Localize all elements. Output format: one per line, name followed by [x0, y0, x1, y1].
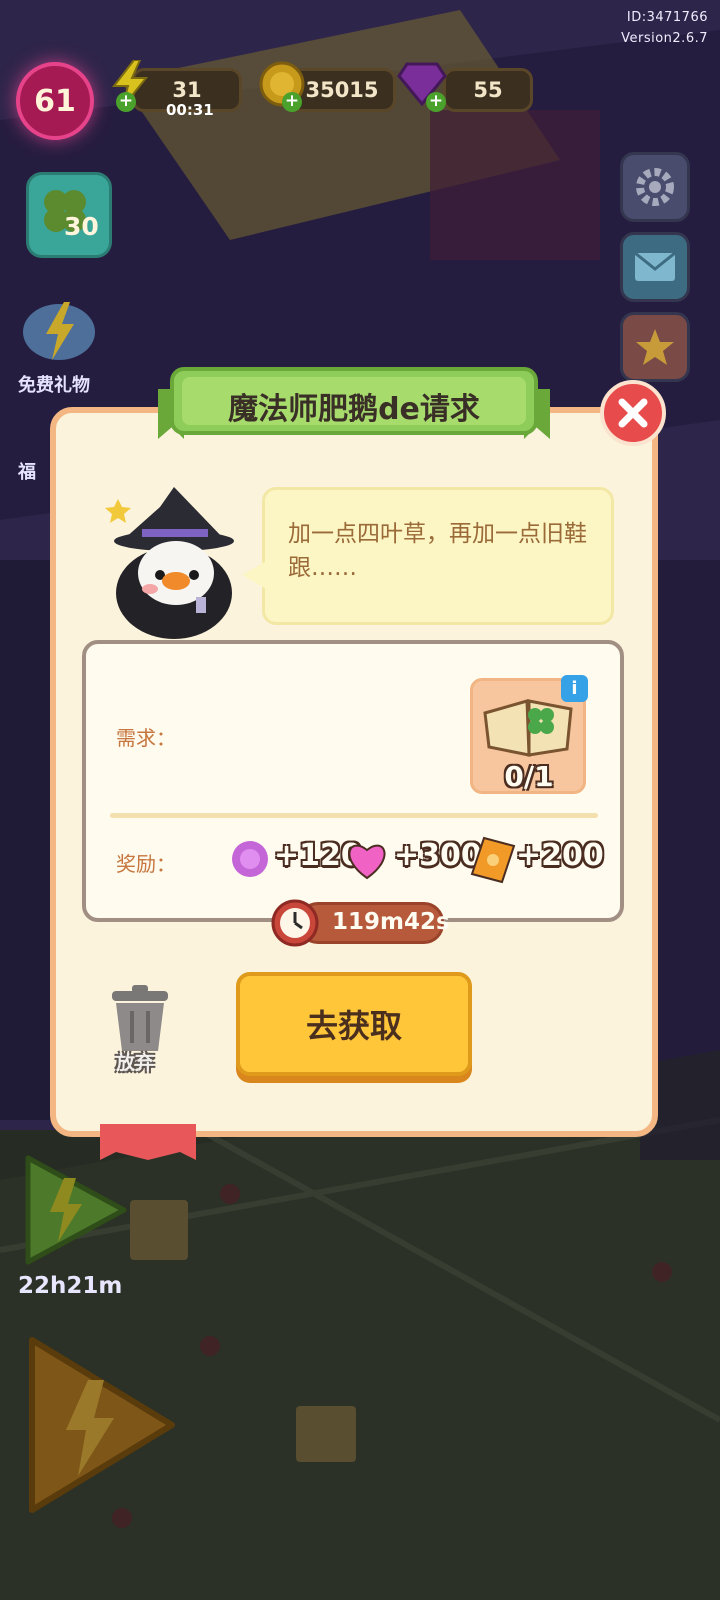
level-badge[interactable]: 61	[16, 62, 94, 140]
boost-arrow-icon[interactable]	[20, 1150, 130, 1270]
close-icon	[618, 398, 648, 428]
energy-timer: 00:31	[166, 101, 214, 119]
clock-icon	[271, 899, 319, 947]
gear-icon	[636, 168, 674, 206]
speech-text: 加一点四叶草，再加一点旧鞋跟……	[288, 521, 587, 581]
add-coins-button[interactable]: +	[282, 92, 302, 112]
go-get-button-label: 去获取	[305, 1007, 402, 1045]
big-boost-arrow-icon[interactable]	[22, 1330, 182, 1520]
orange-ticket-icon	[470, 836, 516, 884]
dialog-title: 魔法师肥鹅de请求	[228, 392, 480, 427]
mail-icon	[634, 251, 676, 281]
wizard-goose-avatar	[105, 487, 234, 639]
reward-value: +200	[516, 838, 604, 873]
coin-value: 35015	[305, 78, 379, 102]
reward-label: 奖励：	[116, 852, 176, 876]
version-label: Version2.6.7	[621, 31, 708, 46]
gem-value: 55	[473, 78, 503, 102]
pink-heart-icon	[348, 844, 386, 880]
achievement-button[interactable]	[620, 312, 690, 382]
clover-count: 30	[64, 212, 99, 241]
level-value: 61	[34, 83, 76, 119]
item-info-button[interactable]: i	[561, 675, 588, 702]
add-energy-button[interactable]: +	[116, 92, 136, 112]
player-id: ID:3471766	[626, 10, 708, 25]
partial-side-label[interactable]: 福	[18, 458, 42, 484]
star-icon	[636, 329, 674, 365]
trash-can-icon[interactable]	[104, 983, 176, 1055]
speech-bubble-tail	[242, 560, 268, 590]
close-button[interactable]	[600, 380, 666, 446]
requirement-label: 需求：	[116, 726, 176, 750]
boost-timer: 22h21m	[18, 1273, 123, 1299]
free-gift-label[interactable]: 免费礼物	[18, 371, 90, 397]
item-progress: 0/1	[504, 760, 554, 793]
bottom-ribbon	[100, 1124, 196, 1160]
settings-button[interactable]	[620, 152, 690, 222]
mail-button[interactable]	[620, 232, 690, 302]
add-gems-button[interactable]: +	[426, 92, 446, 112]
timer-value: 119m42s	[332, 909, 450, 935]
reward-value: +300	[394, 838, 482, 873]
panel-divider	[110, 813, 598, 818]
go-get-button[interactable]: 去获取	[236, 972, 472, 1076]
energy-value: 31	[172, 78, 202, 102]
gem-counter[interactable]: 55	[443, 68, 533, 112]
purple-flower-icon	[232, 841, 268, 877]
discard-label[interactable]: 放弃	[116, 1048, 154, 1075]
free-gift-icon[interactable]	[18, 296, 100, 366]
